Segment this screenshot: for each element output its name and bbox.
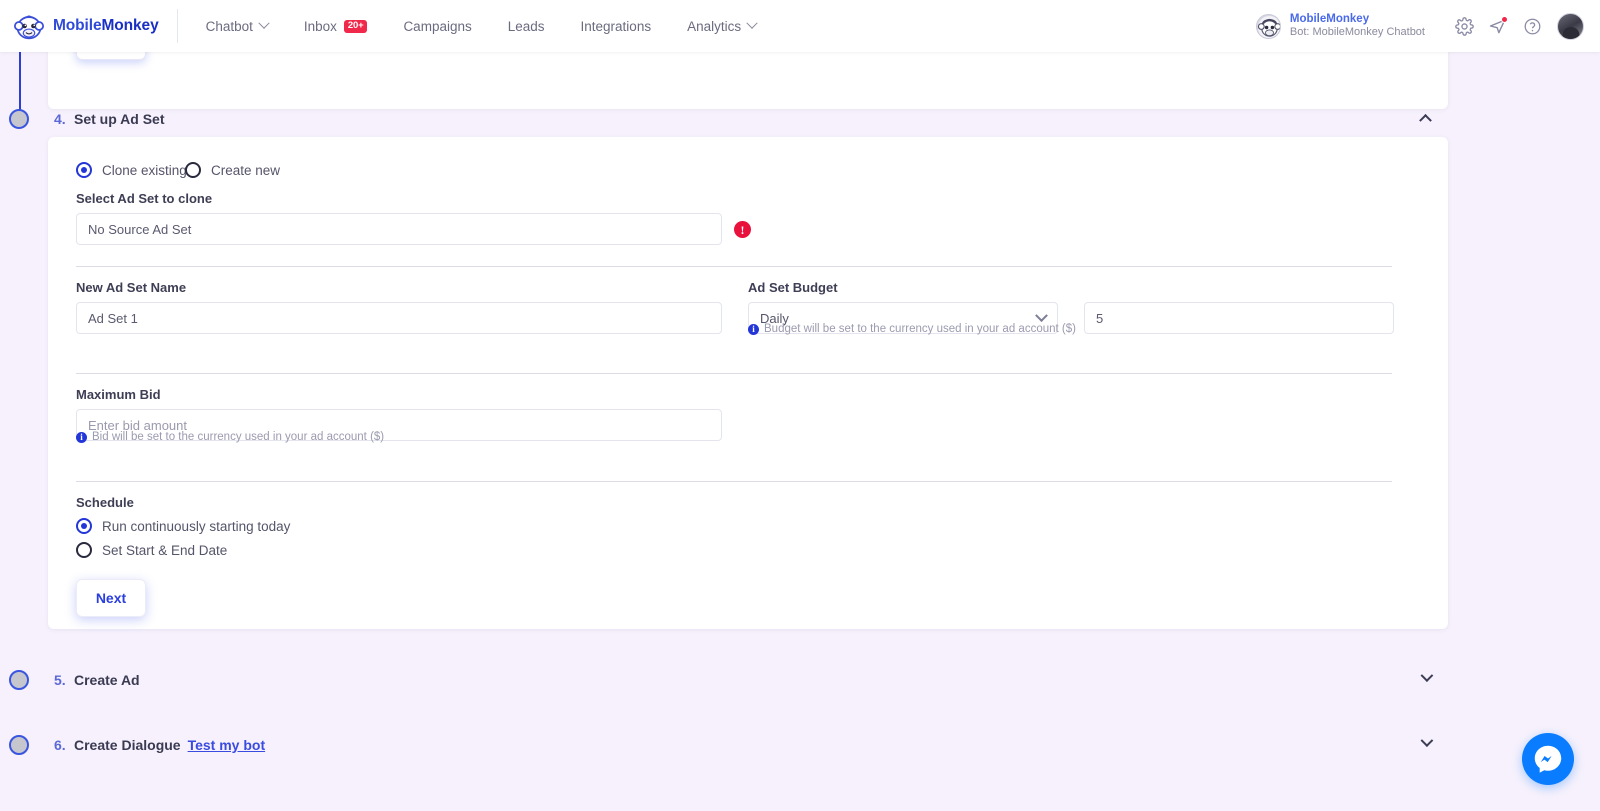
section-header-create-dialogue[interactable]: 6. Create Dialogue Test my bot <box>48 724 1448 766</box>
account-switcher[interactable]: MobileMonkey Bot: MobileMonkey Chatbot <box>1255 12 1425 40</box>
chevron-down-icon <box>1035 308 1048 322</box>
radio-clone-existing-label: Clone existing <box>102 162 187 178</box>
radio-create-new[interactable] <box>185 162 201 178</box>
new-ad-set-name-input[interactable] <box>76 302 722 334</box>
nav-item-leads-label: Leads <box>507 18 545 34</box>
section-number-6: 6. <box>54 737 66 753</box>
radio-option-set-start-end-date[interactable]: Set Start & End Date <box>76 542 227 558</box>
timeline-dot-step-6 <box>9 735 29 755</box>
facebook-messenger-icon <box>1534 745 1562 773</box>
divider-2 <box>76 373 1392 374</box>
label-new-ad-set-name: New Ad Set Name <box>76 280 187 295</box>
chevron-up-icon[interactable] <box>1419 113 1434 127</box>
radio-option-create-new[interactable]: Create new <box>185 162 280 178</box>
nav-items: Chatbot Inbox 20+ Campaigns Leads Integr… <box>188 0 775 52</box>
nav-divider <box>176 9 178 43</box>
nav-item-analytics-label: Analytics <box>687 18 742 34</box>
chevron-down-icon[interactable] <box>1420 733 1434 752</box>
notification-dot <box>1501 16 1508 23</box>
section-title-create-ad: Create Ad <box>74 672 140 688</box>
chevron-down-icon <box>746 17 758 29</box>
section-title-set-up-ad-set: Set up Ad Set <box>74 111 165 127</box>
facebook-messenger-button[interactable] <box>1522 733 1574 785</box>
top-navigation-bar: MobileMonkey Chatbot Inbox 20+ Campaigns… <box>0 0 1600 52</box>
budget-currency-hint: i Budget will be set to the currency use… <box>748 323 1076 335</box>
divider-3 <box>76 481 1392 482</box>
radio-run-continuously[interactable] <box>76 518 92 534</box>
nav-item-campaigns[interactable]: Campaigns <box>385 0 489 52</box>
nav-item-analytics[interactable]: Analytics <box>669 0 774 52</box>
divider-1 <box>76 266 1392 267</box>
page-content: 4. Set up Ad Set Clone existing Create n… <box>0 16 1600 811</box>
label-schedule: Schedule <box>76 495 134 510</box>
budget-currency-hint-text: Budget will be set to the currency used … <box>764 323 1076 335</box>
bid-currency-hint-text: Bid will be set to the currency used in … <box>92 431 385 443</box>
radio-run-continuously-label: Run continuously starting today <box>102 518 291 534</box>
nav-item-inbox[interactable]: Inbox 20+ <box>286 0 386 52</box>
section-title-create-dialogue: Create Dialogue <box>74 737 181 753</box>
brand-name-part2: Monkey <box>101 17 159 34</box>
section-header-set-up-ad-set[interactable]: 4. Set up Ad Set <box>48 98 1448 140</box>
nav-item-integrations[interactable]: Integrations <box>563 0 670 52</box>
inbox-count-badge: 20+ <box>343 19 368 33</box>
budget-amount-input[interactable] <box>1084 302 1394 334</box>
brand-name: MobileMonkey <box>53 17 159 35</box>
label-select-ad-set-to-clone: Select Ad Set to clone <box>76 191 213 206</box>
brand-logo-area[interactable]: MobileMonkey <box>0 0 177 52</box>
chevron-down-icon[interactable] <box>1420 668 1434 687</box>
monkey-avatar-icon <box>1255 13 1281 39</box>
label-maximum-bid: Maximum Bid <box>76 387 161 402</box>
account-name: MobileMonkey <box>1289 12 1370 25</box>
nav-item-chatbot[interactable]: Chatbot <box>188 0 286 52</box>
timeline-dot-step-5 <box>9 670 29 690</box>
help-circle-icon[interactable] <box>1515 9 1549 43</box>
user-avatar[interactable] <box>1557 12 1584 40</box>
next-button[interactable]: Next <box>76 579 146 617</box>
account-bot-label: Bot: MobileMonkey Chatbot <box>1289 26 1425 39</box>
radio-set-start-end-date-label: Set Start & End Date <box>102 542 228 558</box>
account-labels: MobileMonkey Bot: MobileMonkey Chatbot <box>1290 12 1425 40</box>
label-ad-set-budget: Ad Set Budget <box>748 280 838 295</box>
nav-item-chatbot-label: Chatbot <box>205 18 253 34</box>
brand-name-part1: Mobile <box>53 17 102 34</box>
section-header-create-ad[interactable]: 5. Create Ad <box>48 659 1448 701</box>
test-my-bot-link[interactable]: Test my bot <box>188 737 266 753</box>
radio-option-run-continuously[interactable]: Run continuously starting today <box>76 518 290 534</box>
section-number-5: 5. <box>54 672 66 688</box>
timeline-rail <box>19 46 21 112</box>
info-icon: i <box>76 431 87 443</box>
nav-item-inbox-label: Inbox <box>303 18 337 34</box>
nav-item-leads[interactable]: Leads <box>490 0 563 52</box>
section-number-4: 4. <box>54 111 66 127</box>
nav-item-integrations-label: Integrations <box>580 18 652 34</box>
error-exclamation-icon: ! <box>734 221 751 238</box>
gear-icon[interactable] <box>1447 9 1481 43</box>
info-icon: i <box>748 323 759 335</box>
share-icon[interactable] <box>1481 9 1515 43</box>
ad-set-form-panel: Clone existing Create new Select Ad Set … <box>48 137 1448 629</box>
monkey-logo-icon <box>13 11 44 41</box>
radio-option-clone-existing[interactable]: Clone existing <box>76 162 187 178</box>
bid-currency-hint: i Bid will be set to the currency used i… <box>76 431 384 443</box>
select-ad-set-to-clone-input[interactable] <box>76 213 722 245</box>
nav-right-cluster: MobileMonkey Bot: MobileMonkey Chatbot <box>1255 0 1600 52</box>
timeline-dot-step-4 <box>9 109 29 129</box>
radio-set-start-end-date[interactable] <box>76 542 92 558</box>
radio-clone-existing[interactable] <box>76 162 92 178</box>
nav-item-campaigns-label: Campaigns <box>403 18 472 34</box>
chevron-down-icon <box>258 17 270 29</box>
radio-create-new-label: Create new <box>211 162 281 178</box>
